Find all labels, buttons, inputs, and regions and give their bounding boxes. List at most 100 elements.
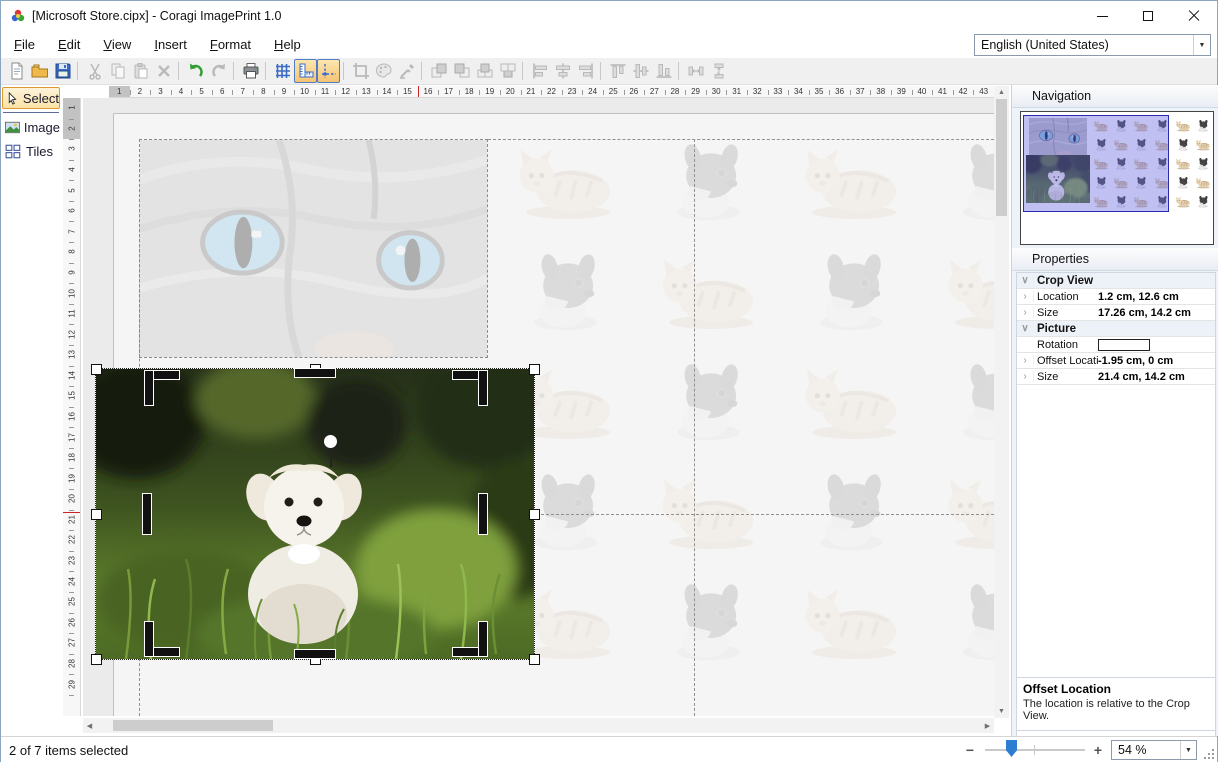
crop-bracket-br-v[interactable] [479, 622, 487, 656]
send-to-back-button [496, 59, 519, 83]
crop-bracket-bottom-center[interactable] [295, 650, 335, 658]
window-title: [Microsoft Store.cipx] - Coragi ImagePri… [32, 9, 281, 23]
bring-forward-icon [430, 62, 448, 80]
language-select[interactable]: English (United States) ▼ [974, 34, 1211, 56]
scroll-left-icon[interactable]: ◀ [83, 718, 96, 733]
property-row-rotation: Rotation [1017, 337, 1215, 353]
property-value[interactable]: 21.4 cm, 14.2 cm [1098, 371, 1215, 383]
distribute-horizontal-icon [687, 62, 705, 80]
ruler-cursor-marker-v [63, 512, 81, 513]
app-logo-icon [10, 8, 26, 24]
scroll-right-icon[interactable]: ▶ [981, 718, 994, 733]
expand-icon[interactable]: › [1017, 291, 1034, 302]
tiles-tool-button[interactable]: Tiles [2, 140, 60, 162]
zoom-level-combobox[interactable]: 54 % ▼ [1111, 740, 1197, 760]
horizontal-scrollbar-thumb[interactable] [113, 720, 273, 731]
maximize-button[interactable] [1125, 1, 1171, 31]
expand-icon[interactable]: › [1017, 371, 1034, 382]
print-button[interactable] [239, 59, 262, 83]
bring-to-front-button [473, 59, 496, 83]
new-button[interactable] [5, 59, 28, 83]
resize-handle-bottom-right[interactable] [529, 654, 540, 665]
cat-picture-item[interactable] [139, 139, 488, 358]
expand-icon[interactable]: › [1017, 355, 1034, 366]
vertical-scrollbar-thumb[interactable] [996, 99, 1007, 216]
crop-bracket-tr-v[interactable] [479, 371, 487, 405]
resize-handle-middle-right[interactable] [529, 509, 540, 520]
undo-button[interactable] [184, 59, 207, 83]
select-tool-button[interactable]: Select [2, 87, 60, 109]
property-description-box: Offset Location The location is relative… [1016, 677, 1216, 731]
zoom-slider-track[interactable] [985, 749, 1085, 751]
open-button[interactable] [28, 59, 51, 83]
menu-help[interactable]: Help [264, 33, 311, 56]
close-button[interactable] [1171, 1, 1217, 31]
tool-panel: Select Image Tiles [1, 85, 61, 736]
save-icon [54, 62, 72, 80]
grid-button[interactable] [271, 59, 294, 83]
menu-format[interactable]: Format [200, 33, 261, 56]
resize-handle-bottom-left[interactable] [91, 654, 102, 665]
zoom-slider-thumb[interactable] [1006, 740, 1017, 757]
document-canvas[interactable] [83, 98, 994, 716]
collapse-icon[interactable]: ∨ [1017, 323, 1034, 334]
zoom-out-button[interactable]: − [963, 743, 977, 757]
image-tool-button[interactable]: Image [2, 116, 60, 138]
crop-bracket-middle-right[interactable] [479, 494, 487, 534]
pattern-kitten-tile [799, 581, 904, 666]
pattern-bulldog-tile [942, 141, 994, 226]
toolbar-separator [600, 62, 601, 80]
scroll-up-icon[interactable]: ▲ [994, 86, 1009, 99]
property-value[interactable]: 1.2 cm, 12.6 cm [1098, 291, 1215, 303]
align-middle-icon [632, 62, 650, 80]
menu-file[interactable]: File [4, 33, 45, 56]
zoom-in-button[interactable]: + [1091, 743, 1105, 757]
property-label: Offset Location [1034, 355, 1098, 367]
guides-button[interactable] [317, 59, 340, 83]
crop-bracket-top-center[interactable] [295, 369, 335, 377]
scroll-down-icon[interactable]: ▼ [994, 705, 1009, 718]
minimize-button[interactable] [1079, 1, 1125, 31]
rulers-button[interactable] [294, 59, 317, 83]
copy-icon [109, 62, 127, 80]
vertical-scrollbar[interactable]: ▲ ▼ [994, 86, 1009, 718]
horizontal-scrollbar[interactable]: ◀ ▶ [83, 718, 994, 733]
resize-handle-middle-left[interactable] [91, 509, 102, 520]
crop-bracket-middle-left[interactable] [143, 494, 151, 534]
maximize-icon [1143, 11, 1153, 21]
property-row-size: ›Size17.26 cm, 14.2 cm [1017, 305, 1215, 321]
crop-bracket-bl-v[interactable] [145, 622, 153, 656]
new-icon [8, 62, 26, 80]
property-value[interactable] [1098, 339, 1215, 351]
rotation-input[interactable] [1098, 339, 1150, 351]
cut-button [83, 59, 106, 83]
chevron-down-icon: ▼ [1180, 741, 1196, 759]
align-center-icon [554, 62, 572, 80]
property-value[interactable]: 17.26 cm, 14.2 cm [1098, 307, 1215, 319]
tool-separator [3, 112, 59, 113]
navigation-thumbnail[interactable] [1020, 111, 1214, 245]
resize-handle-top-right[interactable] [529, 364, 540, 375]
guides-icon [320, 62, 338, 80]
description-body: The location is relative to the Crop Vie… [1023, 698, 1209, 722]
chevron-down-icon: ▼ [1193, 35, 1210, 55]
crop-bracket-tl-v[interactable] [145, 371, 153, 405]
resize-grip[interactable] [1202, 747, 1214, 759]
navigation-viewport-rect[interactable] [1023, 115, 1169, 212]
property-value[interactable]: -1.95 cm, 0 cm [1098, 355, 1215, 367]
pattern-bulldog-tile [942, 581, 994, 666]
pattern-kitten-tile [942, 251, 994, 336]
save-button[interactable] [51, 59, 74, 83]
bring-to-front-icon [476, 62, 494, 80]
menu-edit[interactable]: Edit [48, 33, 90, 56]
menu-view[interactable]: View [93, 33, 141, 56]
pattern-bulldog-tile [513, 251, 618, 336]
expand-icon[interactable]: › [1017, 307, 1034, 318]
toolbar-separator [522, 62, 523, 80]
resize-handle-top-left[interactable] [91, 364, 102, 375]
puppy-picture-item[interactable] [96, 369, 534, 659]
collapse-icon[interactable]: ∨ [1017, 275, 1034, 286]
rotation-handle[interactable] [323, 434, 338, 449]
horizontal-ruler: 1234567891011121314151617181920212223242… [109, 86, 994, 98]
menu-insert[interactable]: Insert [144, 33, 197, 56]
